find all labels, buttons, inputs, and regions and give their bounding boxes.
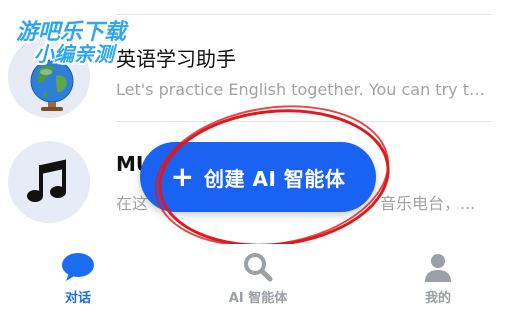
chat-bubble-icon <box>61 250 95 284</box>
chat-preview: Let's practice English together. You can… <box>116 80 492 99</box>
tab-label: AI 智能体 <box>228 291 288 306</box>
tab-chats[interactable]: 对话 <box>8 244 148 311</box>
row-divider <box>116 121 491 122</box>
tab-label: 我的 <box>424 291 451 306</box>
row-divider-top <box>116 14 491 15</box>
chat-title: 英语学习助手 <box>116 47 236 71</box>
search-icon <box>243 250 273 284</box>
create-agent-label: 创建 AI 智能体 <box>204 166 346 191</box>
plus-icon: + <box>170 160 195 193</box>
avatar <box>8 141 90 223</box>
tab-ai-agents[interactable]: AI 智能体 <box>188 244 328 311</box>
create-agent-button[interactable]: + 创建 AI 智能体 <box>140 142 376 212</box>
watermark-line2: 小编亲测 <box>34 42 114 66</box>
tab-profile[interactable]: 我的 <box>368 244 505 311</box>
chat-preview-continued: 音乐电台，... <box>380 194 476 213</box>
person-icon <box>423 250 453 284</box>
bottom-tab-bar: 对话 AI 智能体 我的 <box>0 244 505 311</box>
tab-label: 对话 <box>64 291 91 306</box>
music-note-icon <box>8 141 90 223</box>
